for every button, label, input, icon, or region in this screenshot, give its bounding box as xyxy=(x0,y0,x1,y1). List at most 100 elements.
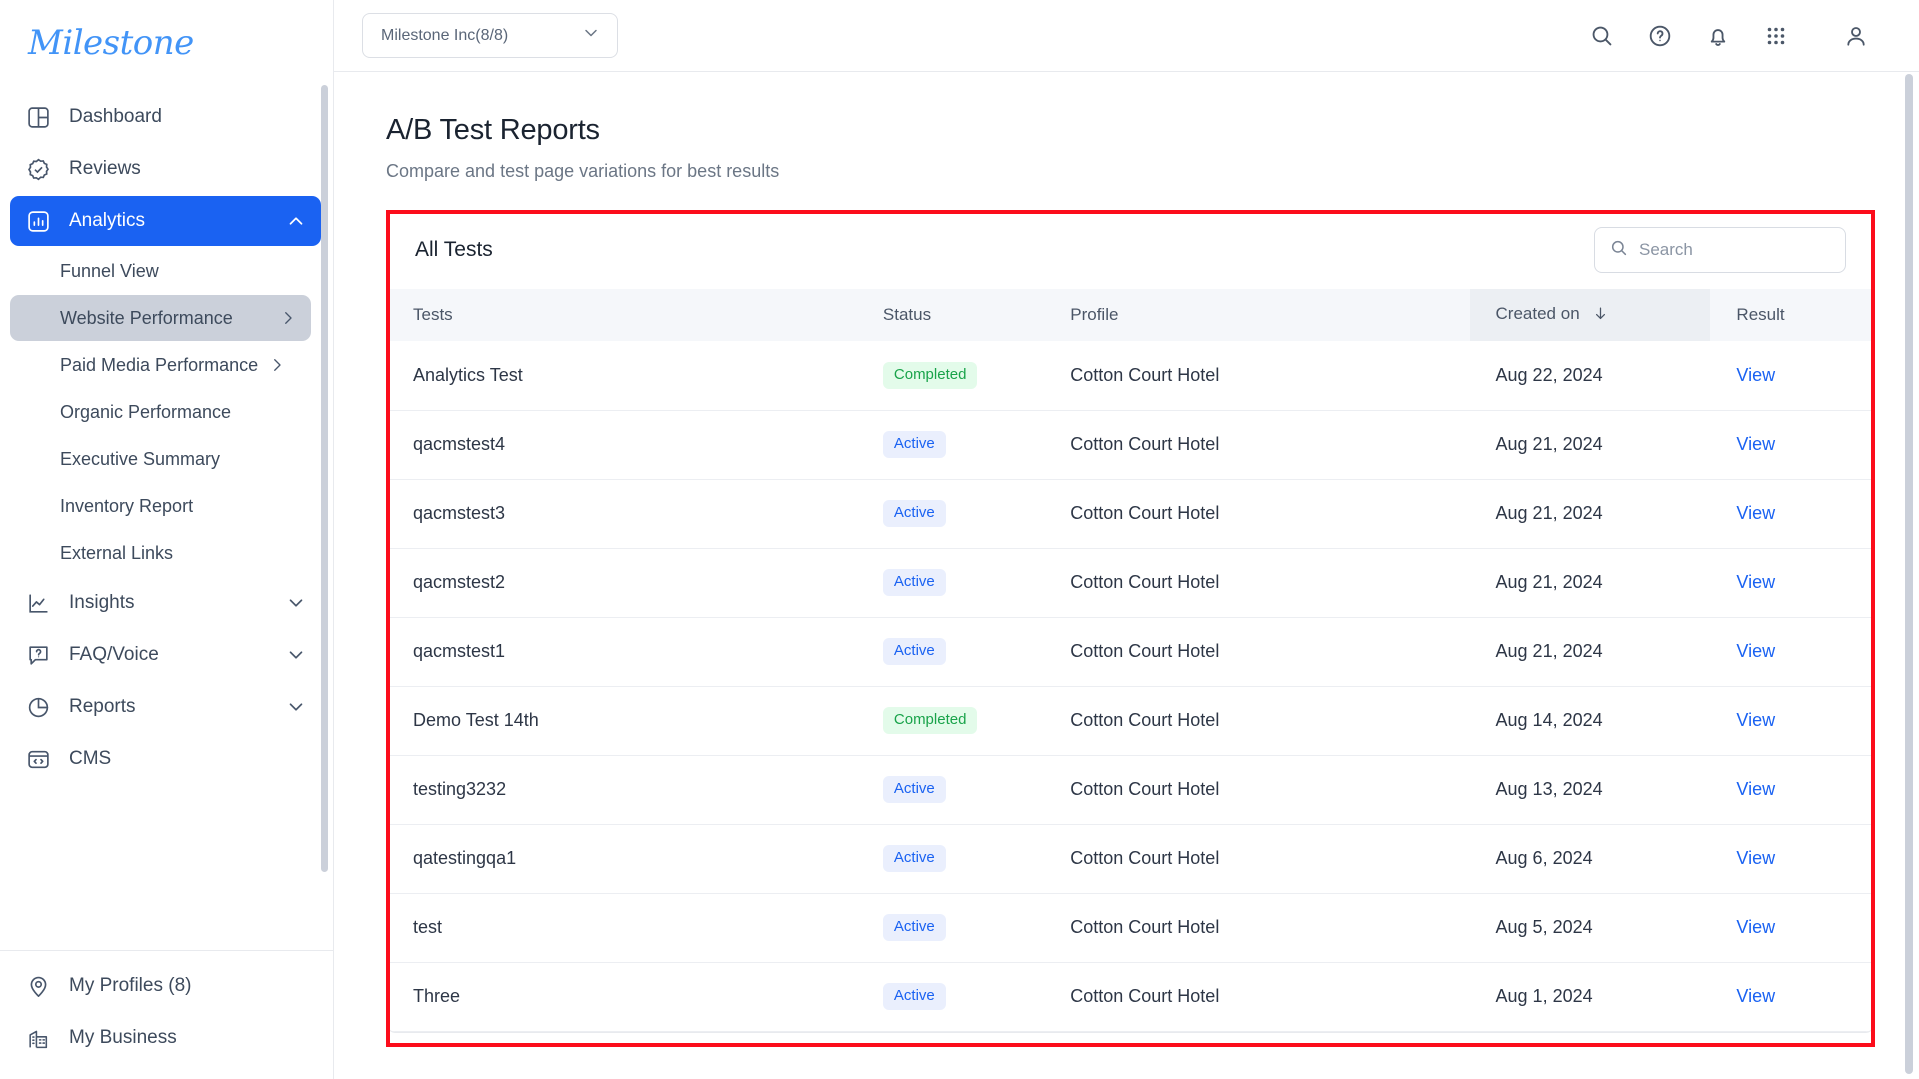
column-header-status[interactable]: Status xyxy=(856,289,1045,341)
cell-result: View xyxy=(1710,893,1874,963)
view-link[interactable]: View xyxy=(1736,503,1775,523)
cell-created-on: Aug 22, 2024 xyxy=(1469,341,1711,411)
cell-status: Active xyxy=(856,824,1045,894)
sidebar-scrollbar[interactable] xyxy=(321,85,328,872)
sidebar-item-inventory-report[interactable]: Inventory Report xyxy=(10,483,311,529)
view-link[interactable]: View xyxy=(1736,779,1775,799)
chevron-right-icon xyxy=(279,309,297,327)
brand-logo[interactable]: Milestone xyxy=(0,0,333,86)
all-tests-card: All Tests Search Tests Status Profile Cr… xyxy=(386,210,1875,1033)
sidebar-item-label: My Profiles (8) xyxy=(69,975,192,996)
cell-test-name: Analytics Test xyxy=(387,341,857,411)
view-link[interactable]: View xyxy=(1736,641,1775,661)
view-link[interactable]: View xyxy=(1736,917,1775,937)
sidebar-subitem-label: External Links xyxy=(60,542,174,563)
column-header-created-on[interactable]: Created on xyxy=(1469,289,1711,341)
sidebar-item-external-links[interactable]: External Links xyxy=(10,530,311,576)
view-link[interactable]: View xyxy=(1736,434,1775,454)
search-box[interactable] xyxy=(1594,227,1846,273)
cell-test-name: qatestingqa1 xyxy=(387,824,857,894)
dashboard-icon xyxy=(24,103,52,131)
sidebar-item-my-business[interactable]: My Business xyxy=(10,1013,321,1063)
cell-status: Active xyxy=(856,617,1045,687)
table-row[interactable]: qatestingqa1 Active Cotton Court Hotel Aug … xyxy=(387,824,1874,894)
column-header-profile[interactable]: Profile xyxy=(1044,289,1470,341)
table-row[interactable]: qacmstest1 Active Cotton Court Hotel Aug 21… xyxy=(387,617,1874,687)
user-avatar-icon[interactable] xyxy=(1841,21,1871,51)
sidebar-item-insights[interactable]: Insights xyxy=(10,578,321,628)
cell-profile: Cotton Court Hotel xyxy=(1044,893,1470,963)
search-icon[interactable] xyxy=(1587,21,1617,51)
sidebar-item-analytics[interactable]: Analytics xyxy=(10,196,321,246)
table-row[interactable]: test Active Cotton Court Hotel Aug 5, 2024 V… xyxy=(387,893,1874,963)
brand-logo-text: Milestone xyxy=(28,23,194,63)
cell-test-name: qacmstest4 xyxy=(387,410,857,480)
table-row[interactable]: testing3232 Active Cotton Court Hotel Aug 1… xyxy=(387,755,1874,825)
table-row[interactable]: qacmstest2 Active Cotton Court Hotel Aug 21… xyxy=(387,548,1874,618)
pie-chart-icon xyxy=(24,693,52,721)
chevron-down-icon xyxy=(285,696,307,718)
cell-created-on: Aug 21, 2024 xyxy=(1469,548,1711,618)
sidebar-subitem-label: Organic Performance xyxy=(60,401,232,422)
view-link[interactable]: View xyxy=(1736,365,1775,385)
table-head: Tests Status Profile Created on Result xyxy=(387,289,1874,341)
cell-profile: Cotton Court Hotel xyxy=(1044,755,1470,825)
search-input[interactable] xyxy=(1639,240,1831,260)
cell-created-on: Aug 6, 2024 xyxy=(1469,824,1711,894)
sidebar-item-faq-voice[interactable]: FAQ/Voice xyxy=(10,630,321,680)
chevron-down-icon xyxy=(285,592,307,614)
cell-result: View xyxy=(1710,617,1874,687)
status-badge: Active xyxy=(882,983,946,1010)
cell-test-name: qacmstest2 xyxy=(387,548,857,618)
location-pin-icon xyxy=(24,972,52,1000)
view-link[interactable]: View xyxy=(1736,986,1775,1006)
sidebar-item-reviews[interactable]: Reviews xyxy=(10,144,321,194)
table-row[interactable]: Demo Test 14th Completed Cotton Court Hote… xyxy=(387,686,1874,756)
status-badge: Active xyxy=(882,638,946,665)
main-scrollbar[interactable] xyxy=(1905,74,1913,1074)
help-circle-icon[interactable] xyxy=(1645,21,1675,51)
cell-status: Active xyxy=(856,410,1045,480)
sidebar-item-paid-media-performance[interactable]: Paid Media Performance xyxy=(10,342,311,388)
sidebar-item-cms[interactable]: CMS xyxy=(10,734,321,784)
cell-status: Completed xyxy=(856,341,1045,411)
cell-result: View xyxy=(1710,548,1874,618)
column-header-tests[interactable]: Tests xyxy=(387,289,857,341)
sidebar-item-label: CMS xyxy=(69,748,112,769)
sidebar-item-dashboard[interactable]: Dashboard xyxy=(10,92,321,142)
sidebar-item-funnel-view[interactable]: Funnel View xyxy=(10,248,311,294)
cell-created-on: Aug 14, 2024 xyxy=(1469,686,1711,756)
view-link[interactable]: View xyxy=(1736,848,1775,868)
table-row[interactable]: qacmstest3 Active Cotton Court Hotel Aug 21… xyxy=(387,479,1874,549)
page-subtitle: Compare and test page variations for bes… xyxy=(386,161,780,181)
table-row[interactable]: Three Active Cotton Court Hotel Aug 1, 2024… xyxy=(387,962,1874,1032)
cell-status: Active xyxy=(856,755,1045,825)
question-chat-icon xyxy=(24,641,52,669)
column-header-created-on-label: Created on xyxy=(1495,303,1580,323)
status-badge: Active xyxy=(882,914,946,941)
sidebar-item-organic-performance[interactable]: Organic Performance xyxy=(10,389,311,435)
view-link[interactable]: View xyxy=(1736,710,1775,730)
sidebar-item-website-performance[interactable]: Website Performance xyxy=(10,295,311,341)
cell-profile: Cotton Court Hotel xyxy=(1044,479,1470,549)
tests-table: Tests Status Profile Created on Result A… xyxy=(387,289,1874,1032)
profile-selector-dropdown[interactable]: Milestone Inc(8/8) xyxy=(362,13,618,58)
cell-profile: Cotton Court Hotel xyxy=(1044,548,1470,618)
column-header-result[interactable]: Result xyxy=(1710,289,1874,341)
cell-profile: Cotton Court Hotel xyxy=(1044,686,1470,756)
sidebar-item-executive-summary[interactable]: Executive Summary xyxy=(10,436,311,482)
cell-result: View xyxy=(1710,410,1874,480)
sidebar-item-label: My Business xyxy=(69,1027,177,1048)
profile-selector-value: Milestone Inc(8/8) xyxy=(381,26,509,44)
sidebar-item-reports[interactable]: Reports xyxy=(10,682,321,732)
cell-status: Active xyxy=(856,962,1045,1032)
bell-icon[interactable] xyxy=(1703,21,1733,51)
table-row[interactable]: qacmstest4 Active Cotton Court Hotel Aug 21… xyxy=(387,410,1874,480)
grid-apps-icon[interactable] xyxy=(1761,21,1791,51)
table-row[interactable]: Analytics Test Completed Cotton Court Hote… xyxy=(387,341,1874,411)
view-link[interactable]: View xyxy=(1736,572,1775,592)
cell-created-on: Aug 5, 2024 xyxy=(1469,893,1711,963)
page-content: A/B Test Reports Compare and test page v… xyxy=(334,72,1919,1079)
sidebar-item-my-profiles[interactable]: My Profiles (8) xyxy=(10,961,321,1011)
code-window-icon xyxy=(24,745,52,773)
